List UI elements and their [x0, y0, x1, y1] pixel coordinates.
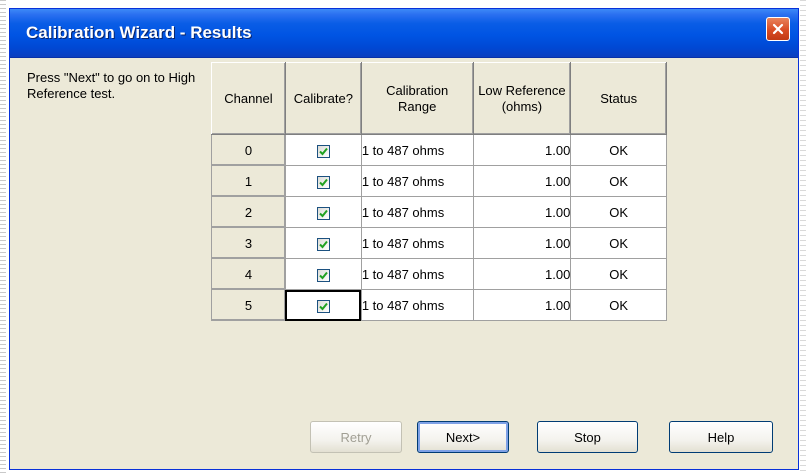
- column-header-range[interactable]: Calibration Range: [360, 62, 474, 135]
- retry-button[interactable]: Retry: [310, 421, 402, 453]
- status-cell: OK: [570, 258, 667, 290]
- column-header-calibrate[interactable]: Calibrate?: [284, 62, 362, 135]
- channel-cell[interactable]: 4: [211, 258, 286, 290]
- calibrate-checkbox[interactable]: [316, 237, 330, 251]
- status-cell: OK: [570, 289, 667, 321]
- range-cell: 1 to 487 ohms: [360, 258, 474, 290]
- status-cell: OK: [570, 227, 667, 259]
- table-row: 5 1 to 487 ohms 1.00 OK: [211, 289, 667, 321]
- close-button[interactable]: [766, 17, 790, 41]
- table-row: 2 1 to 487 ohms 1.00 OK: [211, 196, 667, 228]
- background-app-edge-right: [800, 0, 806, 475]
- channel-cell[interactable]: 1: [211, 165, 286, 197]
- results-grid: Channel Calibrate? Calibration Range Low…: [211, 62, 667, 321]
- column-header-low-reference[interactable]: Low Reference (ohms): [472, 62, 572, 135]
- calibrate-checkbox[interactable]: [316, 206, 330, 220]
- column-header-status[interactable]: Status: [570, 62, 667, 135]
- low-reference-cell: 1.00: [472, 258, 572, 290]
- channel-cell[interactable]: 0: [211, 134, 286, 166]
- title-bar[interactable]: Calibration Wizard - Results: [10, 9, 798, 58]
- calibrate-checkbox[interactable]: [316, 144, 330, 158]
- calibrate-checkbox[interactable]: [316, 175, 330, 189]
- next-button[interactable]: Next>: [417, 421, 509, 453]
- low-reference-cell: 1.00: [472, 196, 572, 228]
- background-app-edge-left: [0, 0, 6, 475]
- status-cell: OK: [570, 134, 667, 166]
- calibrate-cell[interactable]: [284, 258, 362, 290]
- low-reference-cell: 1.00: [472, 289, 572, 321]
- table-row: 1 1 to 487 ohms 1.00 OK: [211, 165, 667, 197]
- low-reference-cell: 1.00: [472, 134, 572, 166]
- calibrate-cell[interactable]: [284, 196, 362, 228]
- window-title: Calibration Wizard - Results: [26, 23, 252, 42]
- help-button[interactable]: Help: [669, 421, 773, 453]
- calibrate-cell[interactable]: [284, 227, 362, 259]
- column-header-channel[interactable]: Channel: [211, 62, 286, 135]
- range-cell: 1 to 487 ohms: [360, 134, 474, 166]
- calibrate-checkbox[interactable]: [316, 268, 330, 282]
- channel-cell[interactable]: 5: [211, 289, 286, 321]
- checkmark-icon: [319, 147, 328, 156]
- calibrate-checkbox[interactable]: [316, 299, 330, 313]
- range-cell: 1 to 487 ohms: [360, 196, 474, 228]
- low-reference-cell: 1.00: [472, 227, 572, 259]
- checkmark-icon: [319, 178, 328, 187]
- dialog-body: Press "Next" to go on to High Reference …: [13, 58, 795, 466]
- results-table: Channel Calibrate? Calibration Range Low…: [211, 62, 667, 321]
- table-row: 0 1 to 487 ohms 1.00 OK: [211, 134, 667, 166]
- low-reference-cell: 1.00: [472, 165, 572, 197]
- checkmark-icon: [319, 240, 328, 249]
- instructions-text: Press "Next" to go on to High Reference …: [27, 70, 196, 101]
- checkmark-icon: [319, 302, 328, 311]
- checkmark-icon: [319, 271, 328, 280]
- table-row: 3 1 to 487 ohms 1.00 OK: [211, 227, 667, 259]
- checkmark-icon: [319, 209, 328, 218]
- calibration-wizard-window: Calibration Wizard - Results Press "Next…: [9, 8, 799, 470]
- status-cell: OK: [570, 196, 667, 228]
- range-cell: 1 to 487 ohms: [360, 227, 474, 259]
- close-icon: [772, 23, 784, 35]
- channel-cell[interactable]: 3: [211, 227, 286, 259]
- channel-cell[interactable]: 2: [211, 196, 286, 228]
- calibrate-cell-focused[interactable]: [284, 289, 362, 321]
- stop-button[interactable]: Stop: [537, 421, 638, 453]
- status-cell: OK: [570, 165, 667, 197]
- calibrate-cell[interactable]: [284, 134, 362, 166]
- header-row: Channel Calibrate? Calibration Range Low…: [211, 62, 667, 135]
- calibrate-cell[interactable]: [284, 165, 362, 197]
- table-row: 4 1 to 487 ohms 1.00 OK: [211, 258, 667, 290]
- range-cell: 1 to 487 ohms: [360, 289, 474, 321]
- range-cell: 1 to 487 ohms: [360, 165, 474, 197]
